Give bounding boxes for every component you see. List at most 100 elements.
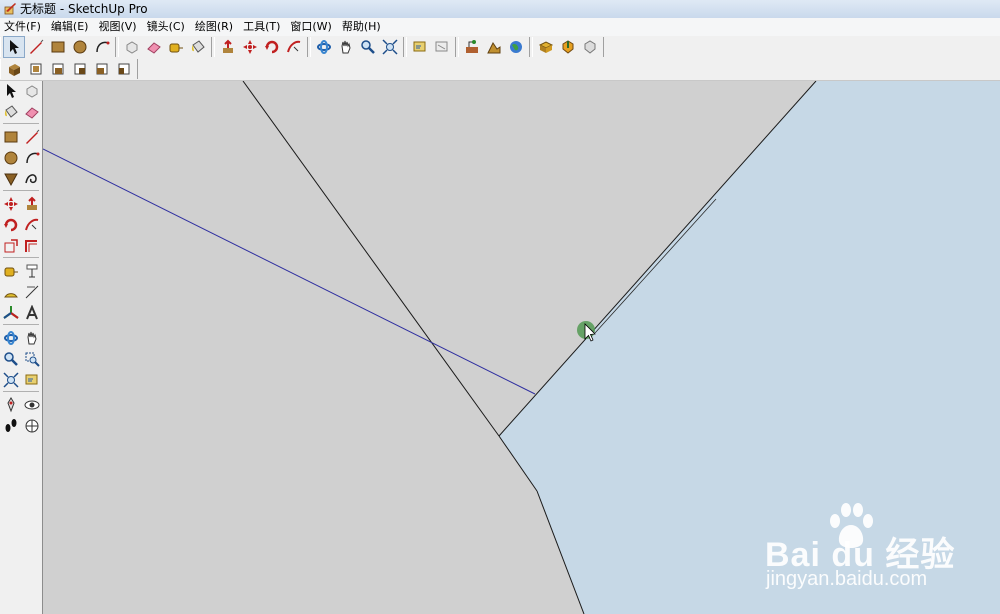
axes-button[interactable] xyxy=(2,303,21,323)
make-component-icon xyxy=(126,41,138,54)
push-pull-icon xyxy=(26,196,37,210)
orbit-button[interactable] xyxy=(314,37,334,57)
eraser-button[interactable] xyxy=(23,102,42,122)
title-bar: 无标题 - SketchUp Pro xyxy=(0,0,1000,18)
follow-me-button[interactable] xyxy=(23,215,42,235)
rotate-button[interactable] xyxy=(262,37,282,57)
menu-item[interactable]: 视图(V) xyxy=(93,19,141,35)
toggle-terrain-button[interactable] xyxy=(484,37,504,57)
pan-button[interactable] xyxy=(23,328,42,348)
zoom-button[interactable] xyxy=(2,349,21,369)
scale-button[interactable] xyxy=(2,236,21,256)
zoom-window-button[interactable] xyxy=(23,349,42,369)
select-tool-button[interactable] xyxy=(2,81,21,101)
orbit-icon xyxy=(4,331,19,345)
menu-item[interactable]: 绘图(R) xyxy=(190,19,238,35)
tool-row xyxy=(1,416,42,437)
zoom-extents-button[interactable] xyxy=(2,370,21,390)
pan-button[interactable] xyxy=(336,37,356,57)
rectangle-tool-button[interactable] xyxy=(48,37,68,57)
follow-me-button[interactable] xyxy=(284,37,304,57)
back-view-icon xyxy=(96,63,108,75)
get-models-button[interactable] xyxy=(536,37,556,57)
rectangle-tool-button[interactable] xyxy=(2,127,21,147)
arc-tool-button[interactable] xyxy=(23,148,42,168)
toolbar-group xyxy=(214,37,308,57)
look-around-button[interactable] xyxy=(23,395,42,415)
menu-item[interactable]: 镜头(C) xyxy=(142,19,190,35)
eraser-button[interactable] xyxy=(144,37,164,57)
google-earth-button[interactable] xyxy=(506,37,526,57)
share-model-button[interactable] xyxy=(558,37,578,57)
section-plane-button[interactable] xyxy=(23,416,42,436)
top-view-button[interactable] xyxy=(26,59,46,79)
tool-row xyxy=(1,215,42,236)
tape-measure-button[interactable] xyxy=(166,37,186,57)
axes-icon xyxy=(3,306,19,319)
select-tool-button[interactable] xyxy=(3,36,25,58)
line-tool-button[interactable] xyxy=(26,37,46,57)
menu-item[interactable]: 窗口(W) xyxy=(285,19,336,35)
push-pull-button[interactable] xyxy=(218,37,238,57)
tool-row xyxy=(1,303,42,324)
tool-row xyxy=(1,370,42,391)
scale-icon xyxy=(4,239,18,253)
section-plane-icon xyxy=(25,419,39,433)
arc-tool-icon xyxy=(26,152,40,164)
paint-bucket-button[interactable] xyxy=(2,102,21,122)
move-button[interactable] xyxy=(240,37,260,57)
circle-tool-icon xyxy=(73,40,87,54)
polygon-tool-button[interactable] xyxy=(2,169,21,189)
push-pull-icon xyxy=(223,39,233,53)
move-button[interactable] xyxy=(2,194,21,214)
zoom-extents-button[interactable] xyxy=(380,37,400,57)
menu-item[interactable]: 帮助(H) xyxy=(337,19,386,35)
right-view-button[interactable] xyxy=(70,59,90,79)
orbit-button[interactable] xyxy=(2,328,21,348)
make-component-button[interactable] xyxy=(23,81,42,101)
back-view-button[interactable] xyxy=(92,59,112,79)
make-component-button[interactable] xyxy=(122,37,142,57)
text-tool-button[interactable] xyxy=(23,282,42,302)
protractor-button[interactable] xyxy=(2,282,21,302)
tape-measure-button[interactable] xyxy=(2,261,21,281)
tape-measure-icon xyxy=(4,267,19,277)
rotate-icon xyxy=(265,40,279,54)
position-camera-button[interactable] xyxy=(2,395,21,415)
left-view-button[interactable] xyxy=(114,59,134,79)
line-tool-button[interactable] xyxy=(23,127,42,147)
walk-icon xyxy=(5,419,17,432)
previous-view-button[interactable] xyxy=(23,370,42,390)
freehand-tool-button[interactable] xyxy=(23,169,42,189)
iso-view-button[interactable] xyxy=(4,59,24,79)
circle-tool-button[interactable] xyxy=(2,148,21,168)
right-view-icon xyxy=(74,63,86,75)
google-earth-icon xyxy=(510,41,522,53)
main-toolbar xyxy=(0,36,1000,58)
3d-text-button[interactable] xyxy=(23,303,42,323)
circle-tool-button[interactable] xyxy=(70,37,90,57)
position-camera-icon xyxy=(7,397,15,413)
arc-tool-button[interactable] xyxy=(92,37,112,57)
line-tool-icon xyxy=(30,39,44,54)
rotate-button[interactable] xyxy=(2,215,21,235)
paint-bucket-button[interactable] xyxy=(188,37,208,57)
dimensions-button[interactable] xyxy=(23,261,42,281)
zoom-button[interactable] xyxy=(358,37,378,57)
offset-button[interactable] xyxy=(23,236,42,256)
next-view-button[interactable] xyxy=(432,37,452,57)
menu-item[interactable]: 文件(F) xyxy=(0,19,46,35)
front-view-button[interactable] xyxy=(48,59,68,79)
toolbar-group xyxy=(0,36,116,58)
get-models-icon xyxy=(538,41,554,53)
add-location-button[interactable] xyxy=(462,37,482,57)
tool-row xyxy=(1,194,42,215)
drawing-viewport[interactable]: Bai du 经验 jingyan.baidu.com xyxy=(43,81,1000,614)
walk-button[interactable] xyxy=(2,416,21,436)
push-pull-button[interactable] xyxy=(23,194,42,214)
menu-item[interactable]: 工具(T) xyxy=(238,19,285,35)
previous-view-button[interactable] xyxy=(410,37,430,57)
share-component-button[interactable] xyxy=(580,37,600,57)
menu-item[interactable]: 编辑(E) xyxy=(46,19,94,35)
polygon-tool-icon xyxy=(4,173,19,187)
